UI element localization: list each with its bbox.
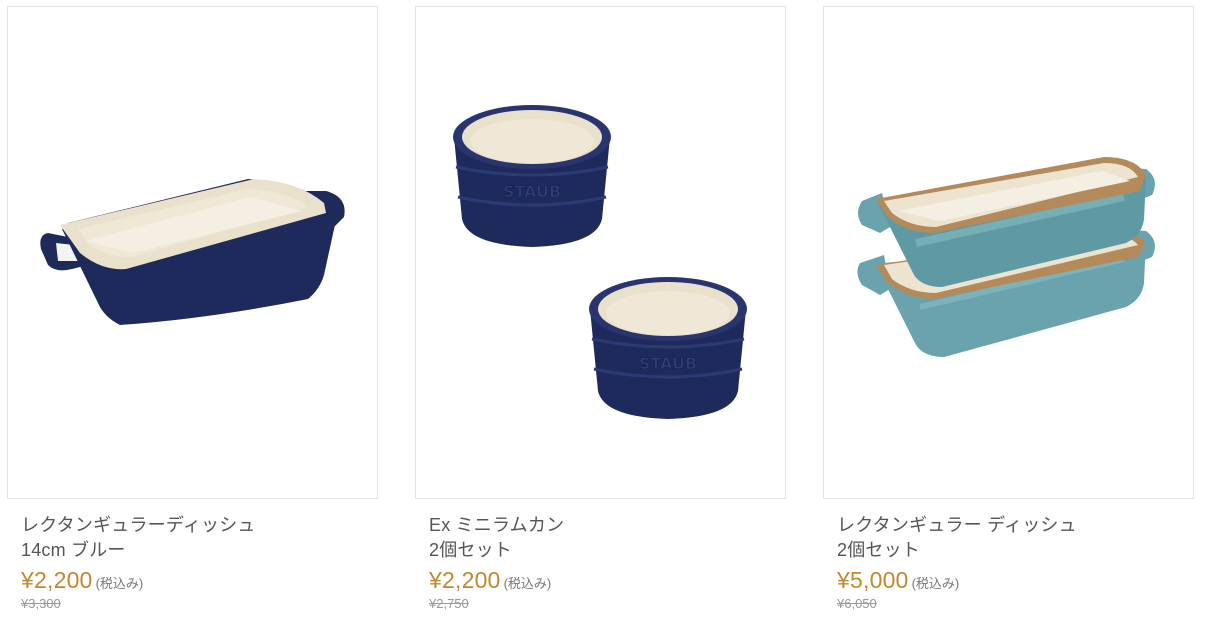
product-name-line1[interactable]: Ex ミニラムカン — [429, 513, 786, 538]
tax-label: (税込み) — [95, 576, 144, 591]
price-row: ¥2,200 (税込み) — [429, 567, 786, 595]
product-card[interactable]: STAUB STAUB Ex ミニラムカン 2個セット ¥2,200 (税込み)… — [415, 6, 786, 611]
product-image-link[interactable] — [823, 6, 1194, 499]
blue-rectangular-dish-image — [40, 179, 345, 325]
price-row: ¥5,000 (税込み) — [837, 567, 1194, 595]
blue-ramekin-pair-image: STAUB STAUB — [453, 105, 747, 419]
product-name-line2[interactable]: 2個セット — [429, 538, 786, 563]
product-name-line1[interactable]: レクタンギュラーディッシュ — [21, 513, 378, 538]
product-name-line2[interactable]: 14cm ブルー — [21, 538, 378, 563]
product-card[interactable]: レクタンギュラー ディッシュ 2個セット ¥5,000 (税込み) ¥6,050 — [823, 6, 1194, 611]
sale-price: ¥2,200 — [21, 567, 93, 593]
product-grid: レクタンギュラーディッシュ 14cm ブルー ¥2,200 (税込み) ¥3,3… — [0, 0, 1207, 618]
product-name-line2[interactable]: 2個セット — [837, 538, 1194, 563]
original-price: ¥2,750 — [429, 596, 469, 611]
product-card[interactable]: レクタンギュラーディッシュ 14cm ブルー ¥2,200 (税込み) ¥3,3… — [7, 6, 378, 611]
original-price: ¥3,300 — [21, 596, 61, 611]
sale-price: ¥2,200 — [429, 567, 501, 593]
staub-emboss-2: STAUB — [639, 354, 697, 373]
product-image-link[interactable] — [7, 6, 378, 499]
original-price: ¥6,050 — [837, 596, 877, 611]
tax-label: (税込み) — [911, 576, 960, 591]
teal-rectangular-dish-set-image — [857, 157, 1155, 357]
tax-label: (税込み) — [503, 576, 552, 591]
staub-emboss-1: STAUB — [503, 182, 561, 201]
product-name-line1[interactable]: レクタンギュラー ディッシュ — [837, 513, 1194, 538]
sale-price: ¥5,000 — [837, 567, 909, 593]
product-image-link[interactable]: STAUB STAUB — [415, 6, 786, 499]
price-row: ¥2,200 (税込み) — [21, 567, 378, 595]
